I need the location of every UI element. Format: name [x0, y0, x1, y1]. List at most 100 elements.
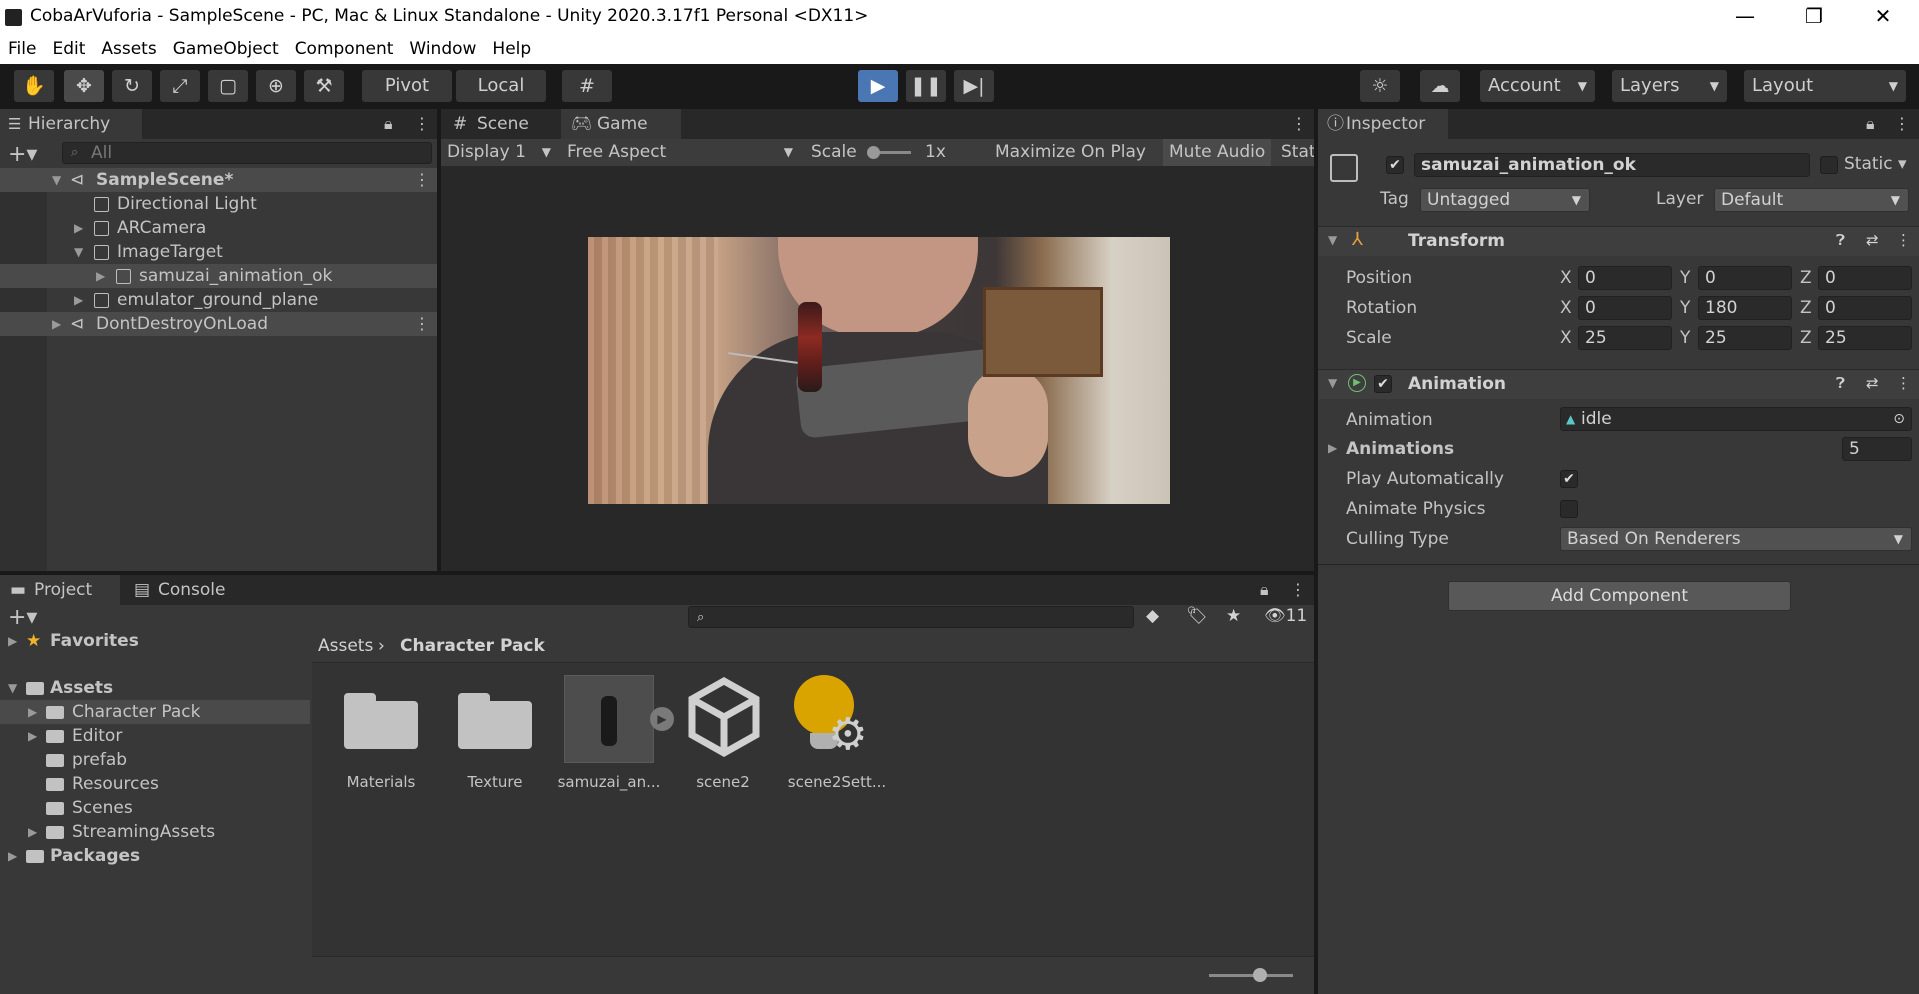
- mute-audio-toggle[interactable]: Mute Audio: [1163, 139, 1271, 166]
- menu-window[interactable]: Window: [401, 35, 484, 59]
- transform-tool-icon[interactable]: ⊕: [256, 70, 296, 102]
- active-checkbox[interactable]: ✔: [1386, 156, 1404, 174]
- more-icon[interactable]: ⋮: [414, 312, 430, 336]
- tab-hierarchy[interactable]: ☰ Hierarchy: [0, 109, 142, 139]
- more-icon[interactable]: ⋮: [414, 168, 430, 192]
- layer-dropdown[interactable]: Default ▼: [1714, 188, 1909, 212]
- collapsed-triangle-icon[interactable]: ▶: [8, 844, 17, 868]
- tab-inspector[interactable]: ⓘ Inspector: [1318, 109, 1448, 139]
- hidden-packages-icon[interactable]: 👁︎11: [1264, 606, 1307, 626]
- position-z-field[interactable]: 0: [1818, 266, 1912, 290]
- tree-item-editor[interactable]: ▶ Editor: [0, 724, 310, 748]
- presets-icon[interactable]: ⇄: [1866, 374, 1879, 392]
- rotate-tool-icon[interactable]: ↻: [112, 70, 152, 102]
- display-dropdown[interactable]: Display 1 ▼: [441, 139, 559, 166]
- transform-header[interactable]: ▼ ⅄ Transform ❓︎ ⇄ ⋮: [1318, 226, 1919, 256]
- menu-help[interactable]: Help: [484, 35, 539, 59]
- hierarchy-item-samuzai[interactable]: ▶ samuzai_animation_ok: [0, 264, 437, 288]
- culling-type-dropdown[interactable]: Based On Renderers ▼: [1560, 527, 1912, 551]
- account-dropdown[interactable]: Account ▼: [1480, 70, 1595, 102]
- collapsed-triangle-icon[interactable]: ▶: [28, 724, 37, 748]
- expand-triangle-icon[interactable]: ▼: [74, 240, 83, 264]
- menu-assets[interactable]: Assets: [93, 35, 164, 59]
- hierarchy-item-dontdestroyonload[interactable]: ▶ ⊲ DontDestroyOnLoad ⋮: [0, 312, 437, 336]
- minimize-button[interactable]: —: [1710, 0, 1780, 35]
- hierarchy-item-emulator-ground-plane[interactable]: ▶ emulator_ground_plane: [0, 288, 437, 312]
- custom-tool-icon[interactable]: ⚒: [304, 70, 344, 102]
- asset-materials[interactable]: Materials: [326, 675, 436, 795]
- foldout-triangle-icon[interactable]: ▼: [1328, 233, 1337, 247]
- position-x-field[interactable]: 0: [1578, 266, 1672, 290]
- more-icon[interactable]: ⋮: [414, 114, 430, 133]
- animation-clip-field[interactable]: ▲ idle ⊙: [1560, 407, 1912, 431]
- rotation-x-field[interactable]: 0: [1578, 296, 1672, 320]
- hierarchy-item-samplescene[interactable]: ▼ ⊲ SampleScene* ⋮: [0, 168, 437, 192]
- static-checkbox[interactable]: [1820, 156, 1838, 174]
- pause-button[interactable]: ❚❚: [906, 70, 946, 102]
- cloud-icon[interactable]: ☁: [1420, 70, 1460, 102]
- tree-item-resources[interactable]: Resources: [0, 772, 310, 796]
- restore-button[interactable]: ❐: [1779, 0, 1849, 35]
- tab-scene[interactable]: # Scene: [441, 109, 561, 139]
- more-icon[interactable]: ⋮: [1894, 114, 1910, 133]
- project-add-button[interactable]: +▾: [8, 605, 37, 630]
- animation-enabled-checkbox[interactable]: ✔: [1374, 375, 1392, 393]
- lock-icon[interactable]: 🔒︎: [1866, 114, 1875, 134]
- collapsed-triangle-icon[interactable]: ▶: [8, 629, 17, 653]
- play-button[interactable]: ▶: [858, 70, 898, 102]
- expand-triangle-icon[interactable]: ▼: [8, 676, 17, 700]
- layers-dropdown[interactable]: Layers ▼: [1612, 70, 1727, 102]
- foldout-triangle-icon[interactable]: ▼: [1328, 376, 1337, 390]
- play-automatically-checkbox[interactable]: ✔: [1560, 470, 1578, 488]
- step-button[interactable]: ▶|: [954, 70, 994, 102]
- menu-file[interactable]: File: [0, 35, 44, 59]
- more-icon[interactable]: ⋮: [1290, 580, 1306, 599]
- breadcrumb-character-pack[interactable]: Character Pack: [400, 629, 545, 663]
- collapsed-triangle-icon[interactable]: ▶: [96, 264, 105, 288]
- tab-console[interactable]: ▤ Console: [120, 575, 250, 605]
- hierarchy-item-arcamera[interactable]: ▶ ARCamera: [0, 216, 437, 240]
- scale-y-field[interactable]: 25: [1698, 326, 1792, 350]
- expand-triangle-icon[interactable]: ▼: [52, 168, 61, 192]
- lock-icon[interactable]: 🔒︎: [1260, 580, 1269, 600]
- tab-game[interactable]: 🎮︎ Game: [561, 109, 681, 139]
- tree-item-assets[interactable]: ▼ Assets: [0, 676, 310, 700]
- scale-x-field[interactable]: 25: [1578, 326, 1672, 350]
- asset-texture[interactable]: Texture: [440, 675, 550, 795]
- filter-by-type-icon[interactable]: ◆: [1146, 606, 1159, 626]
- collapsed-triangle-icon[interactable]: ▶: [28, 700, 37, 724]
- animate-physics-checkbox[interactable]: [1560, 500, 1578, 518]
- project-search-input[interactable]: ⌕: [688, 606, 1134, 628]
- more-icon[interactable]: ⋮: [1896, 231, 1911, 249]
- menu-edit[interactable]: Edit: [44, 35, 93, 59]
- favorites-star-icon[interactable]: ★: [1226, 606, 1241, 626]
- pivot-button[interactable]: Pivot: [362, 70, 452, 102]
- tag-dropdown[interactable]: Untagged ▼: [1420, 188, 1590, 212]
- object-picker-icon[interactable]: ⊙: [1893, 408, 1905, 430]
- menu-gameobject[interactable]: GameObject: [165, 35, 287, 59]
- local-button[interactable]: Local: [456, 70, 546, 102]
- scale-slider[interactable]: [867, 146, 911, 159]
- move-tool-icon[interactable]: ✥: [64, 70, 104, 102]
- scale-z-field[interactable]: 25: [1818, 326, 1912, 350]
- hierarchy-item-imagetarget[interactable]: ▼ ImageTarget: [0, 240, 437, 264]
- tree-item-streamingassets[interactable]: ▶ StreamingAssets: [0, 820, 310, 844]
- animation-header[interactable]: ▼ ▶ ✔ Animation ❓︎ ⇄ ⋮: [1318, 369, 1919, 399]
- tree-item-favorites[interactable]: ▶ ★ Favorites: [0, 629, 310, 653]
- close-button[interactable]: ✕: [1848, 0, 1918, 35]
- collapsed-triangle-icon[interactable]: ▶: [28, 820, 37, 844]
- hierarchy-search-input[interactable]: ⌕ All: [62, 142, 432, 164]
- asset-scene2[interactable]: scene2: [668, 675, 778, 795]
- collab-icon[interactable]: ☼: [1360, 70, 1400, 102]
- asset-samuzai[interactable]: ▶ samuzai_an...: [554, 675, 674, 795]
- animations-count-field[interactable]: 5: [1842, 437, 1912, 461]
- more-icon[interactable]: ⋮: [1896, 374, 1911, 392]
- breadcrumb-assets[interactable]: Assets: [318, 629, 373, 663]
- add-component-button[interactable]: Add Component: [1448, 581, 1791, 611]
- animations-foldout-icon[interactable]: ▶: [1328, 441, 1337, 455]
- collapsed-triangle-icon[interactable]: ▶: [52, 312, 61, 336]
- menu-component[interactable]: Component: [287, 35, 402, 59]
- more-icon[interactable]: ⋮: [1291, 114, 1307, 133]
- position-y-field[interactable]: 0: [1698, 266, 1792, 290]
- add-button[interactable]: +▾: [8, 142, 37, 167]
